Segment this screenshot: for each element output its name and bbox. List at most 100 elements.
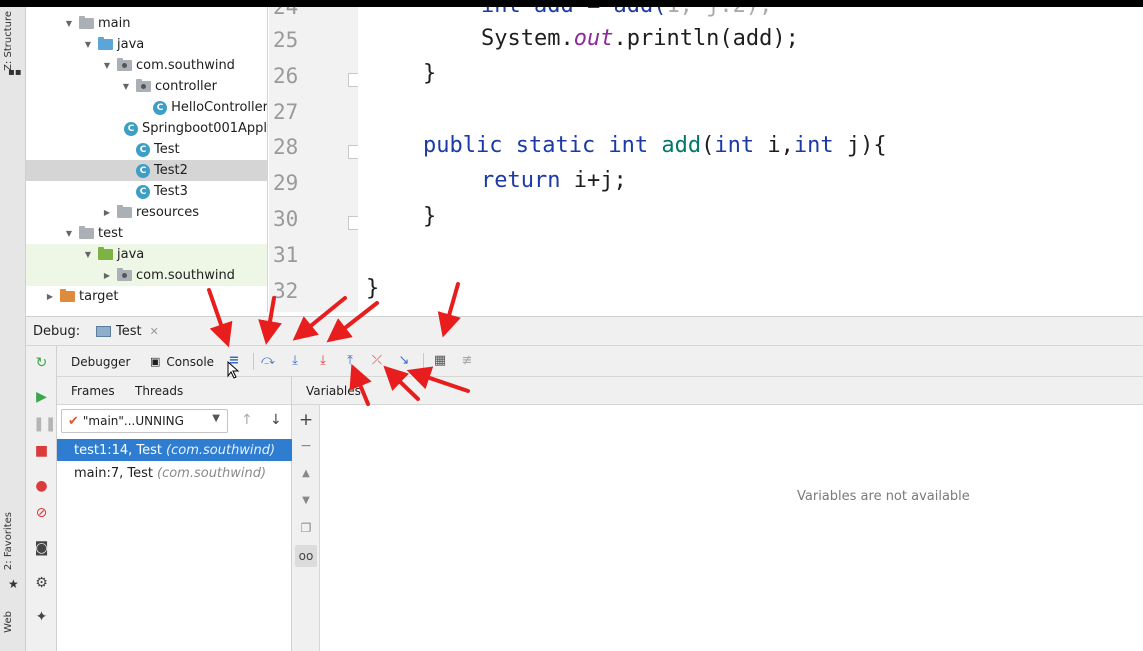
tab-console[interactable]: ▣ Console — [150, 346, 214, 377]
tree-item[interactable]: ▼ java — [26, 34, 267, 55]
show-execution-point-icon[interactable]: ≡ — [226, 353, 242, 369]
move-down-icon[interactable]: ▼ — [298, 493, 314, 509]
line-number[interactable]: 25 — [273, 28, 298, 52]
code-token: add — [661, 133, 702, 158]
resume-icon[interactable]: ▶ — [33, 389, 50, 406]
favorites-tool-label[interactable]: 2: Favorites — [3, 512, 14, 570]
code-token: int — [714, 133, 755, 158]
tree-item-label: Test2 — [154, 163, 188, 178]
structure-tool-label[interactable]: Z: Structure — [3, 11, 14, 71]
tree-item[interactable]: ▶ resources — [26, 202, 267, 223]
rerun-icon[interactable]: ↻ — [33, 355, 50, 372]
evaluate-expression-icon[interactable]: ▦ — [432, 353, 448, 369]
tree-item-label: controller — [155, 79, 218, 94]
tree-item[interactable]: ▼ test — [26, 223, 267, 244]
tree-item[interactable]: ▼ main — [26, 13, 267, 34]
tree-item[interactable]: ▼ com.southwind — [26, 55, 267, 76]
stack-frame-row[interactable]: test1:14, Test (com.southwind) — [57, 439, 292, 461]
duplicate-icon[interactable]: ❐ — [298, 520, 314, 536]
force-step-into-icon[interactable]: ⤓ — [315, 353, 331, 369]
tree-item[interactable]: C Springboot001Application — [26, 118, 268, 139]
close-icon[interactable]: ✕ — [150, 325, 159, 338]
structure-icon[interactable]: ▪▪ — [8, 67, 22, 78]
chevron-right-icon[interactable]: ▶ — [44, 292, 56, 301]
chevron-down-icon[interactable]: ▼ — [82, 40, 94, 49]
tree-item[interactable]: C Test2 — [26, 160, 267, 181]
package-dot — [122, 63, 127, 68]
line-number[interactable]: 30 — [273, 207, 298, 231]
tree-item[interactable]: C HelloController — [26, 97, 267, 118]
move-up-icon[interactable]: ▲ — [298, 466, 314, 482]
class-icon: C — [136, 142, 150, 157]
trace-icon[interactable]: ≢ — [459, 353, 475, 369]
code-token: public static int — [423, 133, 649, 158]
web-tool-label[interactable]: Web — [3, 611, 14, 633]
chevron-right-icon[interactable]: ▶ — [101, 208, 113, 217]
chevron-down-icon[interactable]: ▼ — [82, 250, 94, 259]
code-token: ( — [701, 133, 715, 158]
glasses-icon[interactable]: oo — [295, 545, 317, 567]
pin-icon[interactable]: ✦ — [33, 609, 50, 626]
folder-icon — [98, 247, 113, 260]
mute-breakpoints-icon[interactable]: ⊘ — [33, 505, 50, 522]
line-number[interactable]: 24 — [273, 7, 298, 19]
arrow-up-icon[interactable]: ↑ — [241, 412, 253, 428]
camera-icon[interactable]: ◙ — [33, 540, 50, 557]
arrow-down-icon[interactable]: ↓ — [270, 412, 282, 428]
pause-icon[interactable]: ❚❚ — [33, 416, 56, 433]
star-icon[interactable]: ★ — [8, 577, 19, 591]
line-number[interactable]: 29 — [273, 171, 298, 195]
tab-debugger[interactable]: Debugger — [71, 346, 130, 377]
remove-watch-icon[interactable]: − — [298, 438, 314, 454]
code-token: System. — [481, 26, 574, 51]
tree-item[interactable]: ▼ java — [26, 244, 267, 265]
step-over-icon[interactable]: ⤼ — [260, 353, 276, 369]
chevron-down-icon[interactable]: ▼ — [101, 61, 113, 70]
line-number[interactable]: 28 — [273, 135, 298, 159]
chevron-down-icon[interactable]: ▼ — [120, 82, 132, 91]
folder-icon — [79, 226, 94, 239]
tree-item[interactable]: ▼ controller — [26, 76, 267, 97]
tree-item[interactable]: C Test3 — [26, 181, 267, 202]
code-line-25: System.out.println(add); — [481, 26, 799, 51]
chevron-right-icon[interactable]: ▶ — [101, 271, 113, 280]
debug-session-tab[interactable]: Test ✕ — [96, 317, 159, 345]
chevron-down-icon[interactable]: ▼ — [63, 229, 75, 238]
class-icon: C — [136, 184, 150, 199]
code-editor[interactable]: int add = add(1, j:2); System.out.printl… — [358, 7, 1143, 312]
package-icon — [117, 58, 132, 71]
stack-frame-method: main:7, Test — [74, 465, 153, 481]
code-token: i+j; — [560, 168, 627, 193]
tree-item[interactable]: ▶ target — [26, 286, 267, 307]
tree-item-label: Springboot001Application — [142, 121, 268, 136]
ide-window: Z: Structure ▪▪ 2: Favorites ★ Web ▼ main… — [0, 7, 1143, 651]
tree-item[interactable]: C Test — [26, 139, 267, 160]
step-into-icon[interactable]: ⤓ — [287, 353, 303, 369]
package-dot — [122, 273, 127, 278]
view-breakpoints-icon[interactable]: ● — [33, 478, 50, 495]
chevron-down-icon: ▼ — [212, 413, 220, 424]
editor-gutter: 24 25 26 27 28 29 30 31 32 — [269, 7, 362, 312]
tab-frames[interactable]: Frames — [71, 377, 115, 405]
run-to-cursor-icon[interactable]: ↘ — [396, 353, 412, 369]
line-number[interactable]: 27 — [273, 100, 298, 124]
line-number[interactable]: 31 — [273, 243, 298, 267]
thread-selector[interactable]: ✔ "main"...UNNING ▼ — [61, 409, 228, 433]
tab-threads[interactable]: Threads — [135, 377, 183, 405]
code-token: return — [481, 168, 561, 193]
frames-tab-bar: Frames Threads — [57, 377, 291, 405]
line-number[interactable]: 26 — [273, 64, 298, 88]
code-token: out — [573, 26, 614, 51]
drop-frame-icon[interactable]: ⤫ — [369, 353, 385, 369]
chevron-down-icon[interactable]: ▼ — [63, 19, 75, 28]
variables-title: Variables — [306, 383, 361, 398]
stop-icon[interactable]: ■ — [33, 443, 50, 460]
step-out-icon[interactable]: ⤒ — [342, 353, 358, 369]
settings-icon[interactable]: ⚙ — [33, 575, 50, 592]
code-line-24: int add = add(1, j:2); — [481, 7, 772, 18]
tree-item[interactable]: ▶ com.southwind — [26, 265, 267, 286]
toolbar-separator — [423, 353, 424, 370]
stack-frame-row[interactable]: main:7, Test (com.southwind) — [57, 462, 292, 484]
line-number[interactable]: 32 — [273, 279, 298, 303]
add-watch-icon[interactable]: + — [298, 412, 314, 429]
